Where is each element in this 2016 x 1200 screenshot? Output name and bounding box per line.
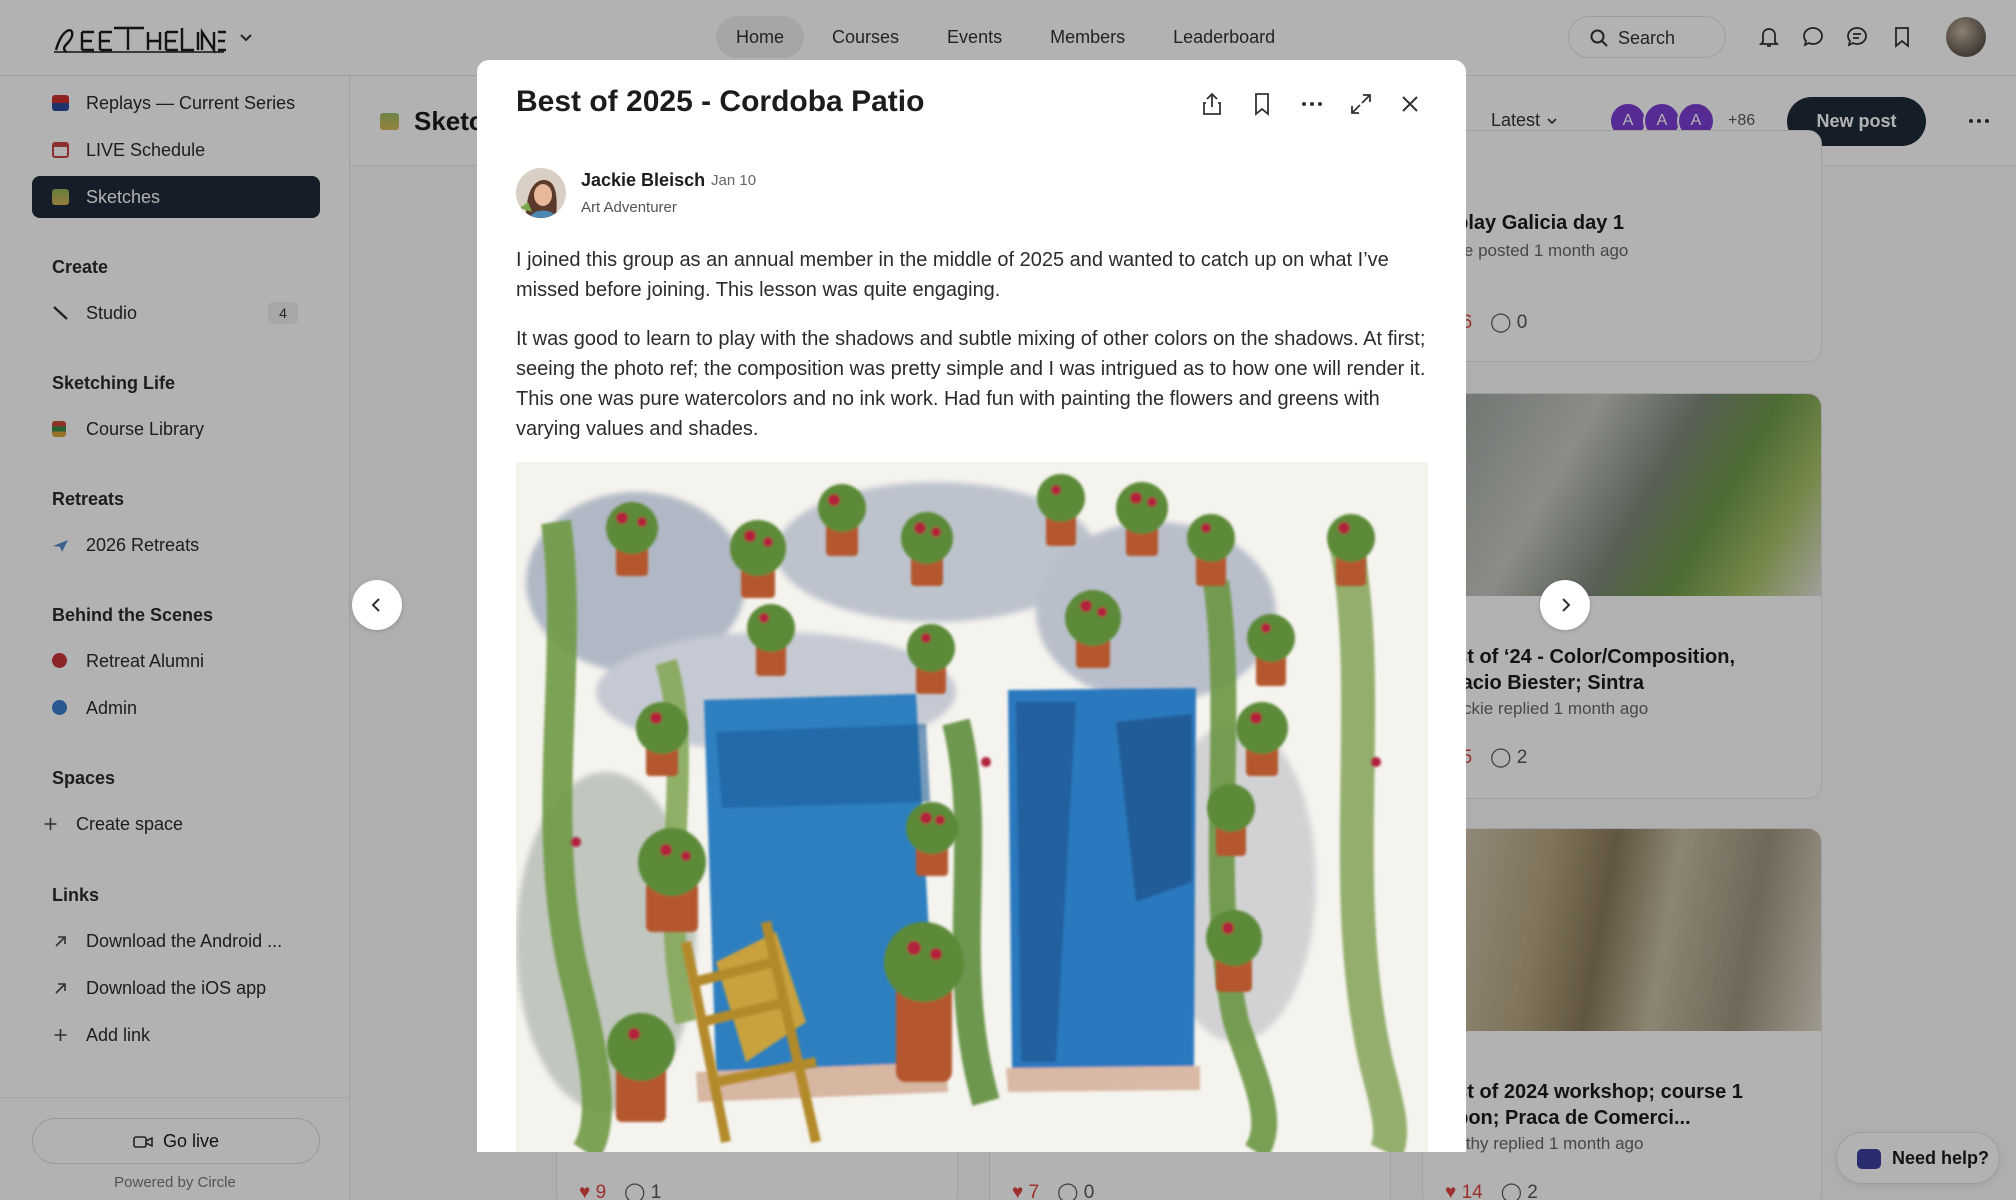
- post-title: Best of 2025 - Cordoba Patio: [516, 85, 925, 118]
- chevron-right-icon: [1562, 598, 1571, 612]
- author-name[interactable]: Jackie Bleisch: [581, 170, 705, 191]
- post-image[interactable]: [516, 462, 1428, 1152]
- bookmark-icon[interactable]: [1248, 90, 1276, 118]
- post-modal: Best of 2025 - Cordoba Patio Jackie Blei…: [477, 60, 1466, 1152]
- author-photo: [516, 168, 566, 218]
- post-date: Jan 10: [711, 172, 757, 189]
- chevron-left-icon: [371, 598, 380, 612]
- post-paragraph: I joined this group as an annual member …: [516, 249, 1389, 301]
- next-post-button[interactable]: [1540, 580, 1590, 630]
- share-icon[interactable]: [1198, 90, 1226, 118]
- post-paragraph: It was good to learn to play with the sh…: [516, 328, 1426, 440]
- more-options-icon[interactable]: [1298, 90, 1326, 118]
- author-avatar[interactable]: [516, 168, 566, 218]
- watercolor-painting: [516, 462, 1428, 1152]
- close-icon[interactable]: [1396, 90, 1424, 118]
- previous-post-button[interactable]: [352, 580, 402, 630]
- author-role: Art Adventurer: [581, 199, 677, 216]
- expand-icon[interactable]: [1347, 90, 1375, 118]
